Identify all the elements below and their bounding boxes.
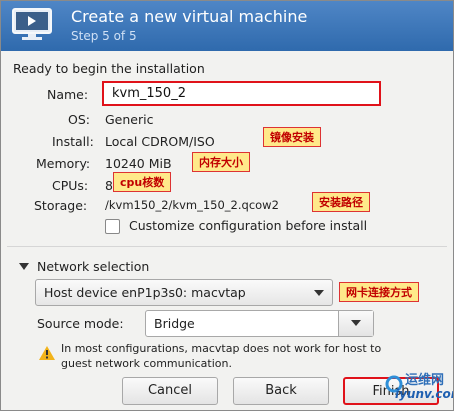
install-value: Local CDROM/ISO <box>105 134 215 149</box>
annotation-cpus: cpu核数 <box>113 172 172 192</box>
cancel-button[interactable]: Cancel <box>122 377 218 405</box>
annotation-storage: 安装路径 <box>312 192 370 212</box>
dialog-header: Create a new virtual machine Step 5 of 5 <box>1 1 453 51</box>
expander-arrow-icon[interactable] <box>19 263 29 271</box>
create-vm-dialog: Create a new virtual machine Step 5 of 5… <box>0 0 454 411</box>
source-mode-dropdown-button[interactable] <box>338 311 373 336</box>
dialog-title: Create a new virtual machine <box>71 7 308 26</box>
step-indicator: Step 5 of 5 <box>71 29 137 43</box>
network-source-value: Host device enP1p3s0: macvtap <box>44 285 246 300</box>
macvtap-warning: In most configurations, macvtap does not… <box>61 342 382 370</box>
annotation-network: 网卡连接方式 <box>339 282 419 302</box>
network-section-label[interactable]: Network selection <box>37 259 149 274</box>
annotation-memory: 内存大小 <box>192 152 250 172</box>
warning-icon <box>39 346 55 360</box>
source-mode-value: Bridge <box>154 316 195 331</box>
dropdown-arrow-icon <box>351 320 361 326</box>
back-button[interactable]: Back <box>233 377 329 405</box>
install-label: Install: <box>52 134 94 149</box>
storage-value: /kvm150_2/kvm_150_2.qcow2 <box>105 198 279 212</box>
monitor-icon <box>12 8 52 40</box>
name-label: Name: <box>47 87 89 102</box>
cpus-value: 8 <box>105 178 113 193</box>
ready-heading: Ready to begin the installation <box>13 61 205 76</box>
dropdown-arrow-icon <box>314 290 324 296</box>
cpus-label: CPUs: <box>52 178 89 193</box>
storage-label: Storage: <box>34 198 88 213</box>
annotation-install: 镜像安装 <box>263 127 321 147</box>
memory-value: 10240 MiB <box>105 156 172 171</box>
divider <box>7 246 447 247</box>
customize-label[interactable]: Customize configuration before install <box>129 218 367 233</box>
vm-name-input[interactable] <box>102 81 381 106</box>
memory-label: Memory: <box>36 156 91 171</box>
os-label: OS: <box>68 112 90 127</box>
customize-checkbox[interactable] <box>105 219 120 234</box>
network-source-combo[interactable]: Host device enP1p3s0: macvtap <box>35 279 333 306</box>
finish-button[interactable]: Finish <box>343 377 439 405</box>
source-mode-combo[interactable]: Bridge <box>145 310 374 337</box>
os-value: Generic <box>105 112 154 127</box>
source-mode-label: Source mode: <box>37 316 124 331</box>
